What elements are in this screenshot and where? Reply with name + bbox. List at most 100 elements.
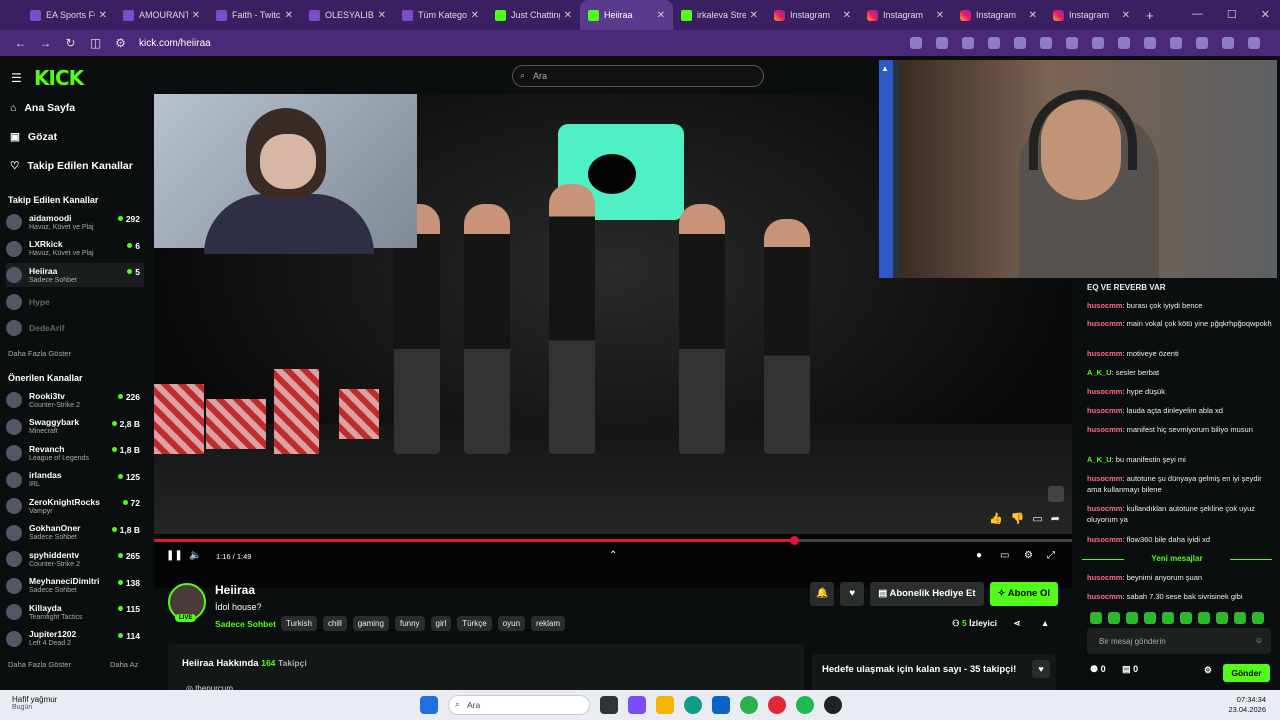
fullscreen-icon[interactable]: ⤢ (1047, 550, 1055, 561)
gift-icon[interactable]: ▤ (1122, 664, 1131, 674)
close-window-icon[interactable]: ✕ (1261, 8, 1270, 21)
thumbs-up-icon[interactable]: 👍 (989, 512, 1003, 525)
close-tab-icon[interactable]: ✕ (285, 10, 293, 21)
search-input[interactable]: ⌕ Ara (512, 65, 764, 87)
chat-username[interactable]: husocmm (1087, 504, 1122, 513)
chat-message-input[interactable]: Bir mesaj gönderin ☺ (1087, 628, 1271, 654)
close-tab-icon[interactable]: ✕ (192, 10, 200, 21)
browser-tab[interactable]: Tüm Kategoriler ✕ (394, 0, 487, 30)
extension-icon[interactable] (962, 37, 974, 49)
close-tab-icon[interactable]: ✕ (1029, 10, 1037, 21)
show-less-link[interactable]: Daha Az (110, 660, 138, 669)
chat-settings-icon[interactable]: ⚙ (1204, 665, 1212, 676)
stream-tag[interactable]: chill (322, 616, 347, 631)
site-info-icon[interactable]: ⚙ (108, 36, 133, 50)
progress-handle[interactable] (789, 536, 799, 545)
taskbar-search[interactable]: ⌕ Ara (448, 695, 590, 715)
weather-widget[interactable]: Hafif yağmur Bugün (12, 695, 57, 711)
channel-item[interactable]: DedeArif (6, 316, 144, 340)
stream-tag[interactable]: Türkçe (457, 616, 492, 631)
pause-icon[interactable]: ❚❚ (166, 550, 183, 561)
forward-icon[interactable]: → (33, 36, 58, 50)
channel-item[interactable]: Hype (6, 290, 144, 314)
notification-bell-button[interactable]: 🔔 (810, 582, 835, 606)
system-clock[interactable]: 07:34:34 23.04.2026 (1228, 695, 1266, 715)
copilot-icon[interactable] (628, 696, 646, 714)
extension-icon[interactable] (988, 37, 1000, 49)
sidebar-toggle-icon[interactable] (1196, 37, 1208, 49)
close-tab-icon[interactable]: ✕ (564, 10, 572, 21)
show-more-recommended-link[interactable]: Daha Fazla Göster (8, 660, 71, 669)
close-tab-icon[interactable]: ✕ (750, 10, 758, 21)
progress-bar[interactable] (154, 536, 1072, 545)
close-tab-icon[interactable]: ✕ (936, 10, 944, 21)
url-field[interactable]: kick.com/heiiraa (139, 38, 910, 49)
emote-icon[interactable] (1090, 612, 1102, 624)
minimize-icon[interactable]: — (1192, 8, 1203, 21)
chevron-up-icon[interactable]: ⌃ (609, 550, 617, 561)
extension-icon[interactable] (1066, 37, 1078, 49)
channel-item[interactable]: Killayda Teamfight Tactics 115 (6, 600, 144, 624)
stream-tag[interactable]: girl (430, 616, 452, 631)
stream-category[interactable]: Sadece Sohbet (215, 619, 276, 629)
browser-tab[interactable]: Faith - Twitch ✕ (208, 0, 301, 30)
stream-tag[interactable]: oyun (497, 616, 526, 631)
follow-heart-button[interactable]: ♥ (840, 582, 865, 606)
chat-username[interactable]: husocmm (1087, 406, 1122, 415)
channel-item[interactable]: LXRkick Havuz, Küvet ve Plaj 6 (6, 237, 144, 261)
new-tab-icon[interactable]: + (1146, 8, 1154, 23)
emote-icon[interactable] (1198, 612, 1210, 624)
windows-start-icon[interactable] (420, 696, 438, 714)
emote-icon[interactable] (1108, 612, 1120, 624)
close-tab-icon[interactable]: ✕ (843, 10, 851, 21)
channel-item[interactable]: spyhiddentv Counter-Strike 2 265 (6, 547, 144, 571)
report-warning-icon[interactable]: ▲ (1041, 618, 1049, 628)
chat-username[interactable]: husocmm (1087, 474, 1122, 483)
channel-item[interactable]: aidamoodi Havuz, Küvet ve Plaj 292 (6, 210, 144, 234)
nav-following[interactable]: ♡ Takip Edilen Kanallar (10, 160, 133, 172)
chat-username[interactable]: husocmm (1087, 319, 1122, 328)
spotify-icon[interactable] (796, 696, 814, 714)
emote-icon[interactable] (1180, 612, 1192, 624)
zoom-icon[interactable] (910, 37, 922, 49)
browser-tab[interactable]: Heiiraa ✕ (580, 0, 673, 30)
stream-tag[interactable]: gaming (352, 616, 389, 631)
reload-icon[interactable]: ↻ (58, 36, 83, 50)
close-tab-icon[interactable]: ✕ (471, 10, 479, 21)
close-tab-icon[interactable]: ✕ (1122, 10, 1130, 21)
emote-icon[interactable] (1144, 612, 1156, 624)
chat-username[interactable]: husocmm (1087, 535, 1122, 544)
chat-username[interactable]: husocmm (1087, 592, 1122, 601)
maximize-icon[interactable]: ☐ (1227, 8, 1237, 21)
emote-icon[interactable] (1126, 612, 1138, 624)
downloads-icon[interactable] (1170, 37, 1182, 49)
back-icon[interactable]: ← (8, 36, 33, 50)
channel-item[interactable]: ZeroKnightRocks Vampyr 72 (6, 494, 144, 518)
stream-tag[interactable]: reklam (531, 616, 566, 631)
stream-tag[interactable]: funny (394, 616, 425, 631)
profile-avatar[interactable] (1222, 37, 1234, 49)
kick-logo[interactable]: KICK (34, 66, 84, 90)
stream-tag[interactable]: Turkish (281, 616, 317, 631)
send-button[interactable]: Gönder (1223, 664, 1270, 682)
channel-item[interactable]: MeyhaneciDimitri Sadece Sohbet 138 (6, 574, 144, 598)
browser-tab[interactable]: Instagram ✕ (859, 0, 952, 30)
comment-icon[interactable]: ▭ (1032, 512, 1042, 525)
close-tab-icon[interactable]: ✕ (99, 10, 107, 21)
channel-item[interactable]: GokhanOner Sadece Sohbet 1,8 B (6, 521, 144, 545)
nav-home[interactable]: ⌂ Ana Sayfa (10, 102, 75, 114)
channel-item[interactable]: Jupiter1202 Left 4 Dead 2 114 (6, 627, 144, 651)
store-icon[interactable] (712, 696, 730, 714)
chat-username[interactable]: husocmm (1087, 349, 1122, 358)
extensions-puzzle-icon[interactable] (1092, 37, 1104, 49)
collections-icon[interactable] (1118, 37, 1130, 49)
browser-tab[interactable]: EA Sports FC ✕ (22, 0, 115, 30)
browser-tab[interactable]: Instagram ✕ (766, 0, 859, 30)
heart-icon[interactable]: ♥ (1032, 660, 1050, 678)
opera-icon[interactable] (768, 696, 786, 714)
channel-item[interactable]: irlandas IRL 125 (6, 468, 144, 492)
whatsapp-icon[interactable] (740, 696, 758, 714)
app-icon[interactable] (824, 696, 842, 714)
extension-icon[interactable] (1014, 37, 1026, 49)
hamburger-menu-icon[interactable]: ☰ (11, 71, 22, 85)
